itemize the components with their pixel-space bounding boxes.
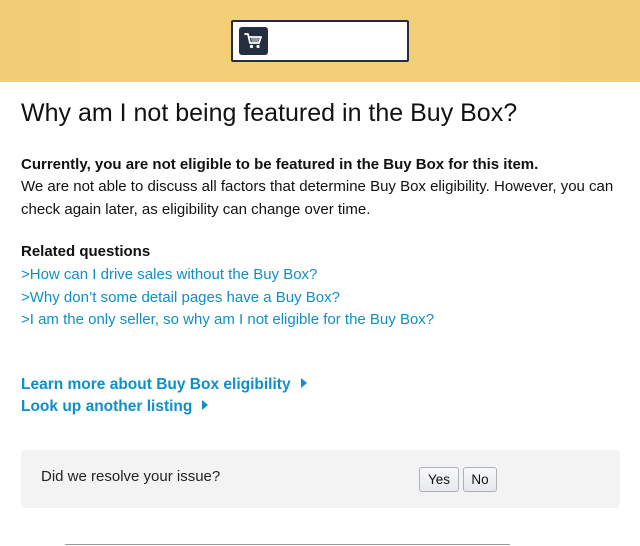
related-question-link-only-seller[interactable]: >I am the only seller, so why am I not e… xyxy=(21,311,434,328)
list-item: >I am the only seller, so why am I not e… xyxy=(21,309,434,332)
no-button[interactable]: No xyxy=(463,467,497,492)
related-questions-list: >How can I drive sales without the Buy B… xyxy=(21,264,434,332)
page-title: Why am I not being featured in the Buy B… xyxy=(21,99,518,127)
look-up-listing-link[interactable]: Look up another listing xyxy=(21,396,307,418)
header-bar xyxy=(0,0,640,82)
shopping-cart-icon-glyph xyxy=(244,33,262,49)
related-questions-heading: Related questions xyxy=(21,243,151,260)
header-search-box[interactable] xyxy=(231,20,409,62)
learn-more-label: Learn more about Buy Box eligibility xyxy=(21,376,291,393)
look-up-listing-label: Look up another listing xyxy=(21,398,193,415)
related-question-link-drive-sales[interactable]: >How can I drive sales without the Buy B… xyxy=(21,266,317,283)
list-item: >How can I drive sales without the Buy B… xyxy=(21,264,434,287)
feedback-question: Did we resolve your issue? xyxy=(41,468,221,485)
feedback-panel: Did we resolve your issue? Yes No xyxy=(21,450,620,508)
caret-right-icon xyxy=(202,400,209,410)
bottom-divider xyxy=(65,544,510,545)
shopping-cart-icon[interactable] xyxy=(239,27,268,55)
list-item: >Why don’t some detail pages have a Buy … xyxy=(21,287,434,310)
header-band-left xyxy=(0,0,82,82)
yes-button[interactable]: Yes xyxy=(419,467,459,492)
related-question-link-detail-pages[interactable]: >Why don’t some detail pages have a Buy … xyxy=(21,289,340,306)
eligibility-status-heading: Currently, you are not eligible to be fe… xyxy=(21,156,539,173)
eligibility-status-text: We are not able to discuss all factors t… xyxy=(21,178,614,218)
learn-more-link[interactable]: Learn more about Buy Box eligibility xyxy=(21,374,307,396)
header-band-right xyxy=(558,0,640,82)
caret-right-icon xyxy=(300,378,307,388)
action-links: Learn more about Buy Box eligibility Loo… xyxy=(21,374,307,418)
